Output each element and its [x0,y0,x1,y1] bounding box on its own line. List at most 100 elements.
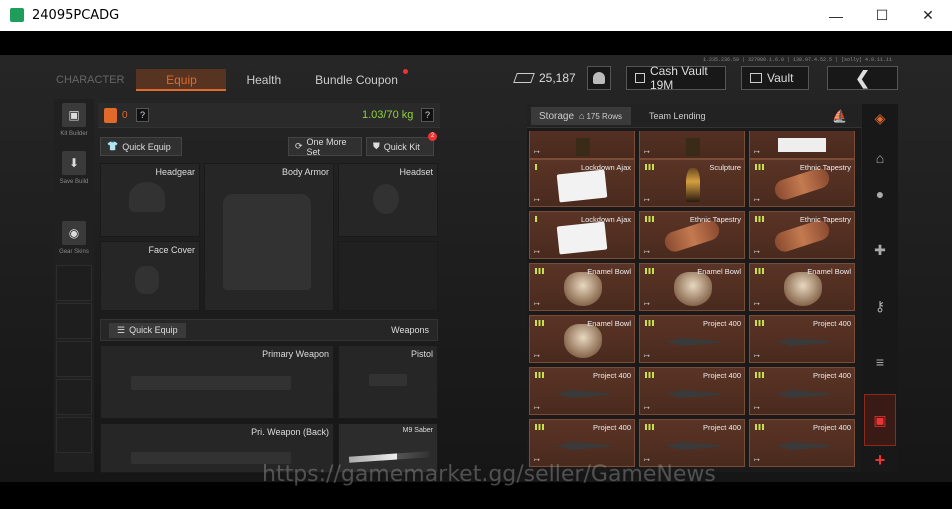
tab-bundle-coupon[interactable]: Bundle Coupon [303,69,410,91]
storage-item[interactable]: Project 400 ↦ [529,419,635,467]
cash-vault-icon [635,73,645,83]
storage-item[interactable]: Project 400 ↦ [749,367,855,415]
team-lending-tab[interactable]: Team Lending [641,107,714,125]
storage-item[interactable]: Lockdown Ajax ↦ [529,159,635,207]
move-arrow-icon: ↦ [754,405,760,412]
item-size-indicator [755,424,764,430]
item-name: Lockdown Ajax [580,163,631,172]
headgear-slot[interactable]: Headgear [100,163,200,237]
rail-slot [56,265,92,301]
save-build-label: Save Build [59,179,89,185]
storage-item[interactable]: Enamel Bowl ↦ [639,263,745,311]
vault-label: Vault [767,71,794,85]
storage-item[interactable]: Project 400 ↦ [749,419,855,467]
storage-item[interactable]: Sculpture ↦ [639,159,745,207]
item-name: Project 400 [813,319,851,328]
item-size-indicator [645,216,654,222]
storage-item[interactable]: Project 400 ↦ [639,315,745,363]
trader-icon [593,72,605,84]
aircraft-model-icon [776,390,830,398]
list-icon: ☰ [117,324,126,335]
body-armor-label: Body Armor [281,167,329,177]
cash-vault-button[interactable]: Cash Vault 19M [626,64,726,92]
item-name: Project 400 [593,423,631,432]
minimize-button[interactable]: — [813,0,859,31]
face-cover-slot[interactable]: Face Cover [100,241,200,311]
help-icon[interactable]: ? [136,108,149,122]
pistol-slot[interactable]: Pistol [338,345,438,419]
move-arrow-icon: ↦ [754,149,760,156]
item-name: Ethnic Tapestry [689,215,741,224]
item-size-indicator [535,268,544,274]
category-valuables-icon[interactable]: ▣ [864,394,896,446]
storage-item[interactable]: ↦ [529,131,635,159]
storage-item[interactable]: Ethnic Tapestry ↦ [749,211,855,259]
quick-kit-button[interactable]: ⛊ Quick Kit 2 [366,132,437,156]
headset-slot[interactable]: Headset [338,163,438,237]
storage-item[interactable]: Project 400 ↦ [639,367,745,415]
aircraft-model-icon [556,390,610,398]
back-button[interactable]: ❮ [827,66,898,90]
storage-tab[interactable]: Storage ⌂ 175 Rows [531,107,631,125]
quick-kit-badge: 2 [428,132,437,141]
storage-item[interactable]: ↦ [749,131,855,159]
storage-item[interactable]: Enamel Bowl ↦ [529,315,635,363]
kit-builder-button[interactable]: ▣ [62,103,86,127]
tab-health[interactable]: Health [234,69,293,91]
tab-bundle-label: Bundle Coupon [315,73,398,87]
weapons-section-label: Weapons [391,325,429,335]
backpack-icon [104,108,117,123]
category-ammo-icon[interactable]: ≡ [868,350,892,374]
item-name: Project 400 [703,371,741,380]
storage-item[interactable]: Project 400 ↦ [529,367,635,415]
item-name: Ethnic Tapestry [799,215,851,224]
top-letterbox [0,31,952,55]
body-armor-slot[interactable]: Body Armor [204,163,334,311]
storage-item[interactable]: Enamel Bowl ↦ [529,263,635,311]
trader-button[interactable] [587,66,611,90]
aircraft-model-icon [666,442,720,450]
one-more-set-button[interactable]: ⟳ One More Set [288,137,362,157]
category-medical-icon[interactable]: ✚ [868,238,892,262]
quick-equip-weapons-button[interactable]: ☰ Quick Equip [109,322,186,338]
left-rail: ▣ Kit Builder ⬇ Save Build ◉ Gear Skins [54,99,94,472]
gear-skins-button[interactable]: ◉ [62,221,86,245]
close-button[interactable]: ✕ [905,0,951,31]
maximize-button[interactable]: ☐ [859,0,905,31]
notification-dot [402,69,408,74]
item-size-indicator [535,164,538,170]
save-build-button[interactable]: ⬇ [62,151,86,175]
mask-silhouette-icon [135,266,159,294]
storage-item[interactable]: Lockdown Ajax ↦ [529,211,635,259]
currency-amount: 25,187 [539,71,576,85]
weight-help-icon[interactable]: ? [421,108,434,122]
armor-silhouette-icon [223,194,311,290]
primary-weapon-slot[interactable]: Primary Weapon [100,345,334,419]
category-home-icon[interactable]: ⌂ [868,146,892,170]
category-grenade-icon[interactable]: ● [868,182,892,206]
category-all-icon[interactable]: ◈ [868,106,892,130]
storage-item[interactable]: Ethnic Tapestry ↦ [749,159,855,207]
storage-item[interactable]: Enamel Bowl ↦ [749,263,855,311]
sort-icon[interactable]: ⛵ [832,109,847,123]
item-name: Project 400 [813,423,851,432]
back-weapon-label: Pri. Weapon (Back) [251,427,329,437]
item-size-indicator [535,372,544,378]
move-arrow-icon: ↦ [644,197,650,204]
storage-item[interactable]: Project 400 ↦ [749,315,855,363]
category-key-icon[interactable]: ⚷ [868,294,892,318]
quick-equip-button[interactable]: 👕 Quick Equip [100,137,182,156]
add-category-icon[interactable]: + [868,448,892,472]
tab-equip[interactable]: Equip [136,69,227,91]
vault-button[interactable]: Vault [741,66,809,90]
tab-character[interactable]: CHARACTER [56,69,136,91]
storage-item[interactable]: Ethnic Tapestry ↦ [639,211,745,259]
cash-icon [513,73,535,83]
cash-vault-label: Cash Vault 19M [649,64,708,92]
rail-slot [56,379,92,415]
item-size-indicator [755,164,764,170]
item-name: Sculpture [709,163,741,172]
aircraft-model-icon [666,390,720,398]
storage-item[interactable]: Project 400 ↦ [639,419,745,467]
storage-item[interactable]: ↦ [639,131,745,159]
